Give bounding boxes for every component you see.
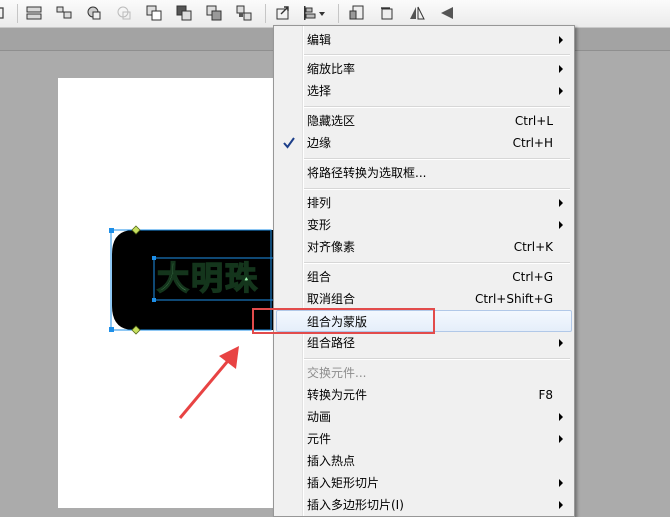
menu-separator (304, 262, 570, 264)
menu-item-symbol[interactable]: 元件 (276, 428, 572, 450)
menu-item-label: 元件 (307, 432, 332, 446)
menu-item-label: 边缘 (307, 136, 332, 150)
menu-item-hide-selection[interactable]: 隐藏选区 Ctrl+L (276, 110, 572, 132)
menu-item-label: 选择 (307, 84, 332, 98)
annotation-highlight-box (252, 308, 435, 334)
submenu-arrow-icon (559, 339, 563, 347)
menu-item-edit[interactable]: 编辑 (276, 29, 572, 51)
menu-item-label: 隐藏选区 (307, 114, 356, 128)
menu-item-combine-paths[interactable]: 组合路径 (276, 332, 572, 354)
submenu-arrow-icon (559, 221, 563, 229)
submenu-arrow-icon (559, 479, 563, 487)
menu-item-animation[interactable]: 动画 (276, 406, 572, 428)
submenu-arrow-icon (559, 199, 563, 207)
menu-item-label: 组合 (307, 270, 332, 284)
menu-item-transform[interactable]: 变形 (276, 214, 572, 236)
menu-separator (304, 358, 570, 360)
menu-item-label: 排列 (307, 196, 332, 210)
submenu-arrow-icon (559, 435, 563, 443)
menu-item-align-pixels[interactable]: 对齐像素 Ctrl+K (276, 236, 572, 258)
menu-item-shortcut: Ctrl+L (514, 114, 553, 128)
menu-item-shortcut: F8 (538, 388, 553, 402)
menu-item-shortcut: Ctrl+H (512, 136, 553, 150)
menu-item-swap-symbol: 交换元件... (276, 362, 572, 384)
menu-separator (304, 54, 570, 56)
menu-item-ungroup[interactable]: 取消组合 Ctrl+Shift+G (276, 288, 572, 310)
menu-item-label: 动画 (307, 410, 332, 424)
checkmark-icon (281, 135, 297, 151)
menu-item-label: 对齐像素 (307, 240, 356, 254)
selection-handle[interactable] (109, 228, 114, 233)
menu-item-label: 取消组合 (307, 292, 356, 306)
menu-item-path-to-marquee[interactable]: 将路径转换为选取框... (276, 162, 572, 184)
context-menu: 编辑 缩放比率 选择 隐藏选区 Ctrl+L 边缘 Ctrl+H 将路径转换为选… (273, 25, 575, 517)
menu-item-label: 将路径转换为选取框... (307, 166, 427, 180)
menu-item-label: 交换元件... (307, 366, 367, 380)
menu-item-shortcut: Ctrl+Shift+G (474, 292, 553, 306)
submenu-arrow-icon (559, 87, 563, 95)
selection-handle[interactable] (109, 327, 114, 332)
menu-item-label: 插入热点 (307, 454, 356, 468)
menu-separator (304, 106, 570, 108)
menu-item-edges[interactable]: 边缘 Ctrl+H (276, 132, 572, 154)
menu-item-zoom[interactable]: 缩放比率 (276, 58, 572, 80)
submenu-arrow-icon (559, 413, 563, 421)
menu-item-label: 缩放比率 (307, 62, 356, 76)
menu-item-arrange[interactable]: 排列 (276, 192, 572, 214)
menu-item-label: 插入矩形切片 (307, 476, 380, 490)
menu-item-shortcut: Ctrl+K (513, 240, 553, 254)
menu-item-label: 插入多边形切片(I) (307, 498, 404, 512)
menu-separator (304, 158, 570, 160)
menu-item-select[interactable]: 选择 (276, 80, 572, 102)
banner-text[interactable]: 大明珠 (156, 253, 259, 299)
menu-item-label: 转换为元件 (307, 388, 368, 402)
selection-handle[interactable] (152, 256, 156, 260)
menu-separator (304, 188, 570, 190)
menu-item-shortcut: Ctrl+G (512, 270, 553, 284)
menu-item-label: 组合路径 (307, 336, 356, 350)
menu-item-insert-polygon-slice[interactable]: 插入多边形切片(I) (276, 494, 572, 516)
annotation-arrow-head (219, 346, 239, 369)
menu-item-insert-rect-slice[interactable]: 插入矩形切片 (276, 472, 572, 494)
menu-item-label: 编辑 (307, 33, 332, 47)
menu-item-insert-hotspot[interactable]: 插入热点 (276, 450, 572, 472)
menu-item-label: 变形 (307, 218, 332, 232)
menu-item-group[interactable]: 组合 Ctrl+G (276, 266, 572, 288)
menu-item-convert-to-symbol[interactable]: 转换为元件 F8 (276, 384, 572, 406)
submenu-arrow-icon (559, 36, 563, 44)
annotation-arrow-shaft (178, 355, 234, 419)
submenu-arrow-icon (559, 65, 563, 73)
selection-handle[interactable] (152, 298, 156, 302)
